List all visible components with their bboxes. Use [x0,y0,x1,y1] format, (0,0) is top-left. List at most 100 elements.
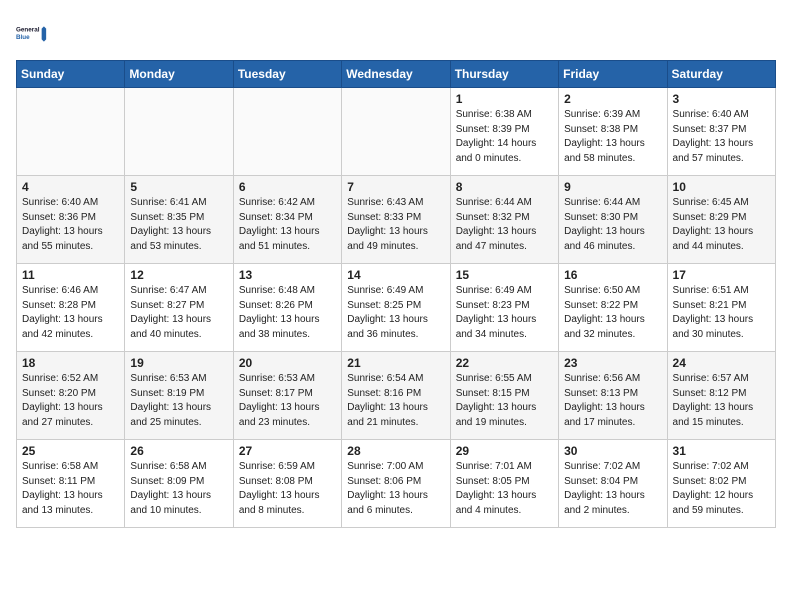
day-header-monday: Monday [125,61,233,88]
calendar-cell: 15 Sunrise: 6:49 AM Sunset: 8:23 PM Dayli… [450,264,558,352]
day-info: Sunrise: 6:40 AM Sunset: 8:37 PM Dayligh… [673,108,770,166]
calendar-cell: 18 Sunrise: 6:52 AM Sunset: 8:20 PM Dayli… [17,352,125,440]
calendar-cell: 4 Sunrise: 6:40 AM Sunset: 8:36 PM Daylig… [17,176,125,264]
day-info: Sunrise: 6:51 AM Sunset: 8:21 PM Dayligh… [673,284,770,342]
day-number: 29 [456,444,553,458]
day-info: Sunrise: 6:58 AM Sunset: 8:09 PM Dayligh… [130,460,227,518]
day-number: 9 [564,180,661,194]
day-number: 16 [564,268,661,282]
day-info: Sunrise: 6:42 AM Sunset: 8:34 PM Dayligh… [239,196,336,254]
day-number: 22 [456,356,553,370]
calendar-cell: 9 Sunrise: 6:44 AM Sunset: 8:30 PM Daylig… [559,176,667,264]
week-row-2: 4 Sunrise: 6:40 AM Sunset: 8:36 PM Daylig… [17,176,776,264]
day-info: Sunrise: 6:49 AM Sunset: 8:23 PM Dayligh… [456,284,553,342]
day-number: 10 [673,180,770,194]
calendar-cell: 29 Sunrise: 7:01 AM Sunset: 8:05 PM Dayli… [450,440,558,528]
day-info: Sunrise: 6:44 AM Sunset: 8:30 PM Dayligh… [564,196,661,254]
day-number: 18 [22,356,119,370]
day-number: 21 [347,356,444,370]
calendar-cell: 7 Sunrise: 6:43 AM Sunset: 8:33 PM Daylig… [342,176,450,264]
calendar-cell [125,88,233,176]
header: GeneralBlue [16,16,776,52]
day-info: Sunrise: 6:38 AM Sunset: 8:39 PM Dayligh… [456,108,553,166]
day-number: 20 [239,356,336,370]
day-header-sunday: Sunday [17,61,125,88]
day-number: 3 [673,92,770,106]
svg-text:Blue: Blue [16,34,30,41]
calendar-table: SundayMondayTuesdayWednesdayThursdayFrid… [16,60,776,528]
logo-icon: GeneralBlue [16,16,52,52]
day-info: Sunrise: 6:59 AM Sunset: 8:08 PM Dayligh… [239,460,336,518]
day-header-row: SundayMondayTuesdayWednesdayThursdayFrid… [17,61,776,88]
day-info: Sunrise: 6:41 AM Sunset: 8:35 PM Dayligh… [130,196,227,254]
day-number: 27 [239,444,336,458]
calendar-cell: 25Sunrise: 6:58 AM Sunset: 8:11 PM Dayli… [17,440,125,528]
calendar-cell: 3 Sunrise: 6:40 AM Sunset: 8:37 PM Daylig… [667,88,775,176]
week-row-5: 25Sunrise: 6:58 AM Sunset: 8:11 PM Dayli… [17,440,776,528]
week-row-3: 11Sunrise: 6:46 AM Sunset: 8:28 PM Dayli… [17,264,776,352]
day-number: 26 [130,444,227,458]
calendar-cell: 30Sunrise: 7:02 AM Sunset: 8:04 PM Dayli… [559,440,667,528]
day-info: Sunrise: 6:39 AM Sunset: 8:38 PM Dayligh… [564,108,661,166]
day-info: Sunrise: 6:55 AM Sunset: 8:15 PM Dayligh… [456,372,553,430]
day-info: Sunrise: 6:53 AM Sunset: 8:19 PM Dayligh… [130,372,227,430]
calendar-cell: 24Sunrise: 6:57 AM Sunset: 8:12 PM Dayli… [667,352,775,440]
calendar-cell: 21 Sunrise: 6:54 AM Sunset: 8:16 PM Dayli… [342,352,450,440]
calendar-cell: 17 Sunrise: 6:51 AM Sunset: 8:21 PM Dayli… [667,264,775,352]
day-info: Sunrise: 6:47 AM Sunset: 8:27 PM Dayligh… [130,284,227,342]
day-number: 15 [456,268,553,282]
day-info: Sunrise: 6:44 AM Sunset: 8:32 PM Dayligh… [456,196,553,254]
day-header-friday: Friday [559,61,667,88]
calendar-cell: 8 Sunrise: 6:44 AM Sunset: 8:32 PM Daylig… [450,176,558,264]
day-number: 8 [456,180,553,194]
day-header-thursday: Thursday [450,61,558,88]
day-info: Sunrise: 6:40 AM Sunset: 8:36 PM Dayligh… [22,196,119,254]
calendar-cell: 6 Sunrise: 6:42 AM Sunset: 8:34 PM Daylig… [233,176,341,264]
day-info: Sunrise: 6:45 AM Sunset: 8:29 PM Dayligh… [673,196,770,254]
day-number: 14 [347,268,444,282]
day-number: 31 [673,444,770,458]
day-info: Sunrise: 6:58 AM Sunset: 8:11 PM Dayligh… [22,460,119,518]
calendar-cell: 26 Sunrise: 6:58 AM Sunset: 8:09 PM Dayli… [125,440,233,528]
calendar-cell: 1 Sunrise: 6:38 AM Sunset: 8:39 PM Daylig… [450,88,558,176]
day-number: 4 [22,180,119,194]
day-info: Sunrise: 7:02 AM Sunset: 8:04 PM Dayligh… [564,460,661,518]
day-number: 19 [130,356,227,370]
day-info: Sunrise: 7:02 AM Sunset: 8:02 PM Dayligh… [673,460,770,518]
calendar-cell [342,88,450,176]
day-number: 6 [239,180,336,194]
calendar-cell: 20 Sunrise: 6:53 AM Sunset: 8:17 PM Dayli… [233,352,341,440]
week-row-4: 18 Sunrise: 6:52 AM Sunset: 8:20 PM Dayli… [17,352,776,440]
day-info: Sunrise: 7:01 AM Sunset: 8:05 PM Dayligh… [456,460,553,518]
day-number: 12 [130,268,227,282]
day-number: 5 [130,180,227,194]
calendar-cell [233,88,341,176]
calendar-cell: 12 Sunrise: 6:47 AM Sunset: 8:27 PM Dayli… [125,264,233,352]
day-info: Sunrise: 6:52 AM Sunset: 8:20 PM Dayligh… [22,372,119,430]
day-info: Sunrise: 6:43 AM Sunset: 8:33 PM Dayligh… [347,196,444,254]
week-row-1: 1 Sunrise: 6:38 AM Sunset: 8:39 PM Daylig… [17,88,776,176]
day-info: Sunrise: 6:54 AM Sunset: 8:16 PM Dayligh… [347,372,444,430]
calendar-cell: 5 Sunrise: 6:41 AM Sunset: 8:35 PM Daylig… [125,176,233,264]
day-info: Sunrise: 6:57 AM Sunset: 8:12 PM Dayligh… [673,372,770,430]
day-info: Sunrise: 6:53 AM Sunset: 8:17 PM Dayligh… [239,372,336,430]
day-header-tuesday: Tuesday [233,61,341,88]
calendar-cell: 10 Sunrise: 6:45 AM Sunset: 8:29 PM Dayli… [667,176,775,264]
day-info: Sunrise: 6:48 AM Sunset: 8:26 PM Dayligh… [239,284,336,342]
calendar-cell: 27 Sunrise: 6:59 AM Sunset: 8:08 PM Dayli… [233,440,341,528]
day-info: Sunrise: 6:46 AM Sunset: 8:28 PM Dayligh… [22,284,119,342]
calendar-cell: 11Sunrise: 6:46 AM Sunset: 8:28 PM Dayli… [17,264,125,352]
calendar-cell: 28Sunrise: 7:00 AM Sunset: 8:06 PM Dayli… [342,440,450,528]
calendar-cell: 23Sunrise: 6:56 AM Sunset: 8:13 PM Dayli… [559,352,667,440]
calendar-cell: 14Sunrise: 6:49 AM Sunset: 8:25 PM Dayli… [342,264,450,352]
day-info: Sunrise: 7:00 AM Sunset: 8:06 PM Dayligh… [347,460,444,518]
logo: GeneralBlue [16,16,52,52]
day-number: 1 [456,92,553,106]
calendar-cell [17,88,125,176]
calendar-cell: 16 Sunrise: 6:50 AM Sunset: 8:22 PM Dayli… [559,264,667,352]
day-number: 7 [347,180,444,194]
calendar-cell: 2Sunrise: 6:39 AM Sunset: 8:38 PM Daylig… [559,88,667,176]
day-number: 17 [673,268,770,282]
calendar-cell: 19 Sunrise: 6:53 AM Sunset: 8:19 PM Dayli… [125,352,233,440]
day-info: Sunrise: 6:50 AM Sunset: 8:22 PM Dayligh… [564,284,661,342]
